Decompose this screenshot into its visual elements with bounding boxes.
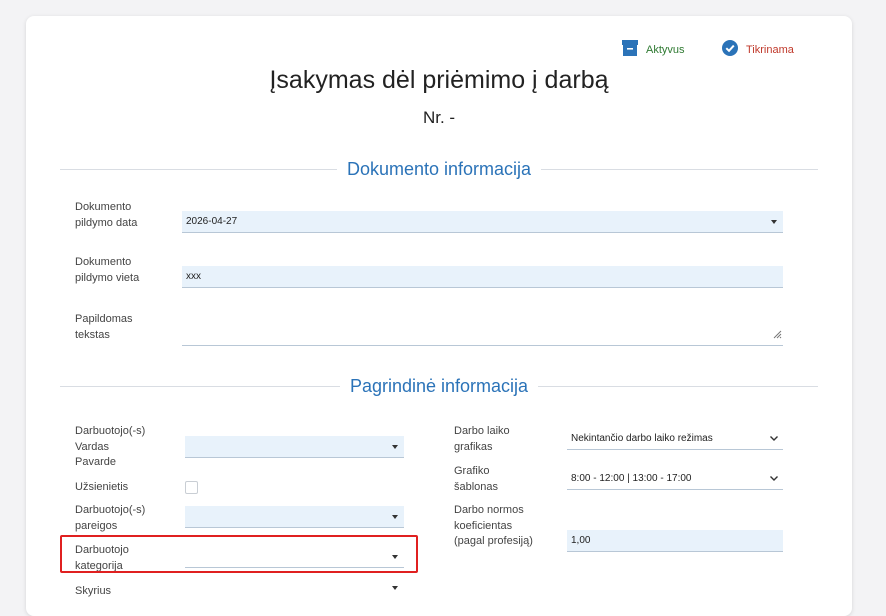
divider [60, 385, 340, 387]
document-card: Aktyvus Tikrinama Įsakymas dėl priėmimo … [26, 16, 852, 616]
foreigner-label: Užsienietis [75, 481, 129, 493]
schedule-label: Darbo laiko grafikas [454, 425, 510, 453]
caret-down-icon [392, 586, 398, 590]
position-select[interactable] [185, 506, 404, 528]
position-label: Darbuotojo(-s) pareigos [75, 504, 146, 532]
place-label: Dokumento pildymo vieta [75, 256, 140, 284]
category-highlight-box [60, 535, 418, 573]
section-title: Pagrindinė informacija [349, 375, 529, 396]
template-select[interactable]: 8:00 - 12:00 | 13:00 - 17:00 [567, 468, 783, 490]
foreigner-checkbox[interactable] [185, 481, 198, 494]
norm-coefficient-value: 1,00 [571, 535, 591, 546]
section-doc-info: Dokumento informacija [60, 154, 819, 184]
section-main-info: Pagrindinė informacija [60, 371, 818, 401]
caret-down-icon [392, 514, 398, 519]
archive-box-icon [622, 40, 638, 59]
document-title: Įsakymas dėl priėmimo į darbą [269, 66, 609, 94]
status-checking[interactable]: Tikrinama [722, 40, 794, 59]
employee-name-select[interactable] [185, 436, 404, 458]
status-active[interactable]: Aktyvus [622, 40, 685, 59]
divider [538, 385, 818, 387]
norm-coefficient-label: Darbo normos koeficientas (pagal profesi… [454, 504, 533, 547]
department-select[interactable] [185, 579, 404, 597]
chevron-down-icon [769, 433, 779, 446]
date-select[interactable]: 2026-04-27 [182, 211, 783, 233]
section-title: Dokumento informacija [346, 158, 532, 179]
resize-handle-icon[interactable] [773, 326, 782, 344]
status-active-label: Aktyvus [646, 43, 685, 56]
divider [60, 168, 337, 170]
department-label: Skyrius [75, 585, 112, 597]
document-number: Nr. - [422, 108, 456, 127]
schedule-select[interactable]: Nekintančio darbo laiko režimas [567, 428, 783, 450]
norm-coefficient-input[interactable]: 1,00 [567, 530, 783, 552]
place-input[interactable]: xxx [182, 266, 783, 288]
status-checking-label: Tikrinama [746, 43, 794, 56]
template-label: Grafiko šablonas [454, 465, 499, 493]
divider [541, 168, 819, 170]
date-value: 2026-04-27 [186, 216, 238, 227]
employee-name-label: Darbuotojo(-s) Vardas Pavarde [75, 425, 146, 468]
extra-text-area[interactable] [182, 321, 783, 346]
date-label: Dokumento pildymo data [75, 201, 138, 229]
caret-down-icon [771, 219, 777, 224]
template-value: 8:00 - 12:00 | 13:00 - 17:00 [571, 473, 692, 484]
check-circle-icon [722, 40, 738, 59]
chevron-down-icon [769, 473, 779, 486]
place-value: xxx [186, 271, 201, 282]
schedule-value: Nekintančio darbo laiko režimas [571, 433, 713, 444]
caret-down-icon [392, 444, 398, 449]
extra-text-label: Papildomas tekstas [75, 313, 133, 341]
